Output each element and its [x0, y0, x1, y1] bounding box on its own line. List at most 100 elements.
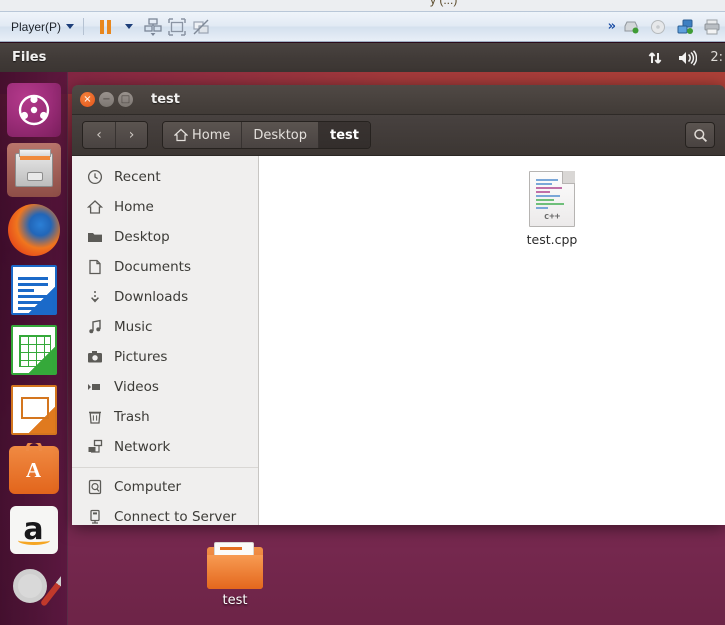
- breadcrumb-item-home[interactable]: Home: [163, 122, 242, 148]
- snapshot-button[interactable]: [141, 15, 165, 39]
- volume-icon[interactable]: [677, 49, 698, 67]
- unity-launcher[interactable]: A a: [0, 72, 68, 625]
- sidebar-divider: [72, 467, 258, 468]
- hard-disk-icon[interactable]: [622, 18, 640, 36]
- breadcrumb[interactable]: Home Desktop test: [162, 121, 371, 149]
- snapshot-icon: [144, 17, 162, 36]
- home-icon: [174, 128, 188, 142]
- document-icon: [86, 259, 103, 275]
- network-adapter-icon[interactable]: [676, 18, 694, 36]
- clock-icon: [86, 169, 103, 185]
- sidebar-item-label: Recent: [114, 169, 161, 185]
- desktop-icon-test-folder[interactable]: test: [196, 542, 274, 608]
- sidebar-item-downloads[interactable]: Downloads: [72, 282, 258, 312]
- sidebar-item-trash[interactable]: Trash: [72, 402, 258, 432]
- launcher-item-firefox[interactable]: [7, 203, 61, 257]
- music-icon: [86, 319, 103, 335]
- host-title-text: y (...): [430, 0, 458, 7]
- back-button[interactable]: ‹: [83, 122, 115, 148]
- sidebar-item-home[interactable]: Home: [72, 192, 258, 222]
- fullscreen-button[interactable]: [165, 15, 189, 39]
- launcher-item-dash[interactable]: [6, 83, 61, 137]
- video-icon: [86, 379, 103, 395]
- file-list-view[interactable]: c++ test.cpp: [259, 156, 725, 525]
- launcher-item-settings[interactable]: [7, 563, 61, 617]
- window-toolbar[interactable]: ‹ › Home Desktop test: [72, 115, 725, 156]
- unity-mode-button[interactable]: [189, 15, 213, 39]
- close-button[interactable]: ×: [80, 92, 95, 107]
- computer-icon: [86, 479, 103, 495]
- cpp-source-file-icon: c++: [529, 171, 575, 227]
- sidebar-item-computer[interactable]: Computer: [72, 472, 258, 502]
- network-icon: [86, 439, 103, 455]
- sidebar-item-label: Desktop: [114, 229, 170, 245]
- sidebar-item-music[interactable]: Music: [72, 312, 258, 342]
- sidebar-item-network[interactable]: Network: [72, 432, 258, 462]
- sidebar-item-label: Trash: [114, 409, 150, 425]
- sidebar-item-label: Downloads: [114, 289, 189, 305]
- launcher-item-writer[interactable]: [7, 263, 61, 317]
- sidebar-item-videos[interactable]: Videos: [72, 372, 258, 402]
- launcher-item-files[interactable]: [6, 143, 61, 197]
- chevron-down-icon: [66, 24, 75, 29]
- home-icon: [86, 199, 103, 215]
- sidebar-item-recent[interactable]: Recent: [72, 162, 258, 192]
- cd-drive-icon[interactable]: [649, 18, 667, 36]
- ubuntu-software-icon: A: [8, 443, 59, 494]
- ubuntu-top-panel[interactable]: Files 2:: [0, 43, 725, 72]
- host-status-icons: »: [608, 18, 721, 36]
- sidebar-item-label: Pictures: [114, 349, 168, 365]
- sidebar-item-pictures[interactable]: Pictures: [72, 342, 258, 372]
- sidebar-item-label: Home: [114, 199, 154, 215]
- pause-icon: [99, 19, 111, 34]
- panel-clock[interactable]: 2:: [710, 50, 723, 65]
- places-sidebar[interactable]: Recent Home Desktop Documents Downloads …: [72, 156, 259, 525]
- pause-dropdown-button[interactable]: [117, 15, 141, 39]
- sidebar-item-connect-to-server[interactable]: Connect to Server: [72, 502, 258, 525]
- breadcrumb-label: Desktop: [253, 127, 308, 143]
- printer-icon[interactable]: [703, 18, 721, 36]
- file-item[interactable]: c++ test.cpp: [506, 171, 598, 247]
- file-name-label: test.cpp: [526, 232, 578, 247]
- maximize-button[interactable]: □: [118, 92, 133, 107]
- amazon-icon: a: [9, 506, 58, 554]
- sidebar-item-desktop[interactable]: Desktop: [72, 222, 258, 252]
- forward-button[interactable]: ›: [115, 122, 147, 148]
- launcher-item-software[interactable]: A: [7, 443, 61, 497]
- network-updown-icon[interactable]: [646, 49, 664, 67]
- sidebar-item-label: Documents: [114, 259, 191, 275]
- sidebar-item-label: Network: [114, 439, 171, 455]
- panel-app-menu-title[interactable]: Files: [12, 50, 46, 65]
- player-menu-button[interactable]: Player(P): [11, 19, 75, 34]
- ubuntu-dash-icon: [6, 83, 61, 137]
- breadcrumb-item-test[interactable]: test: [318, 122, 370, 148]
- search-icon: [693, 128, 707, 142]
- host-window-titlebar-remnant: y (...): [0, 0, 725, 11]
- sidebar-item-documents[interactable]: Documents: [72, 252, 258, 282]
- breadcrumb-item-desktop[interactable]: Desktop: [241, 122, 319, 148]
- launcher-item-calc[interactable]: [7, 323, 61, 377]
- vmware-player-toolbar[interactable]: Player(P) »: [0, 11, 725, 42]
- pause-button[interactable]: [93, 15, 117, 39]
- libreoffice-writer-icon: [10, 265, 57, 315]
- launcher-item-amazon[interactable]: a: [7, 503, 61, 557]
- breadcrumb-label: Home: [192, 127, 231, 143]
- chevron-double-right-icon[interactable]: »: [608, 19, 617, 34]
- download-icon: [86, 289, 103, 305]
- player-menu-label: Player(P): [11, 19, 62, 34]
- files-window[interactable]: × − □ test ‹ › Home Desktop test Recent …: [72, 85, 725, 525]
- minimize-button[interactable]: −: [99, 92, 114, 107]
- unity-mode-disabled-icon: [193, 19, 209, 34]
- window-body: Recent Home Desktop Documents Downloads …: [72, 156, 725, 525]
- breadcrumb-label: test: [330, 127, 359, 143]
- folder-icon: [86, 229, 103, 245]
- libreoffice-impress-icon: [10, 385, 57, 435]
- search-button[interactable]: [685, 122, 715, 148]
- files-icon: [6, 143, 61, 197]
- window-title: test: [151, 92, 180, 107]
- navigation-buttons[interactable]: ‹ ›: [82, 121, 148, 149]
- launcher-item-impress[interactable]: [7, 383, 61, 437]
- window-titlebar[interactable]: × − □ test: [72, 85, 725, 115]
- caret-down-icon: [125, 24, 134, 29]
- system-settings-icon: [9, 565, 61, 615]
